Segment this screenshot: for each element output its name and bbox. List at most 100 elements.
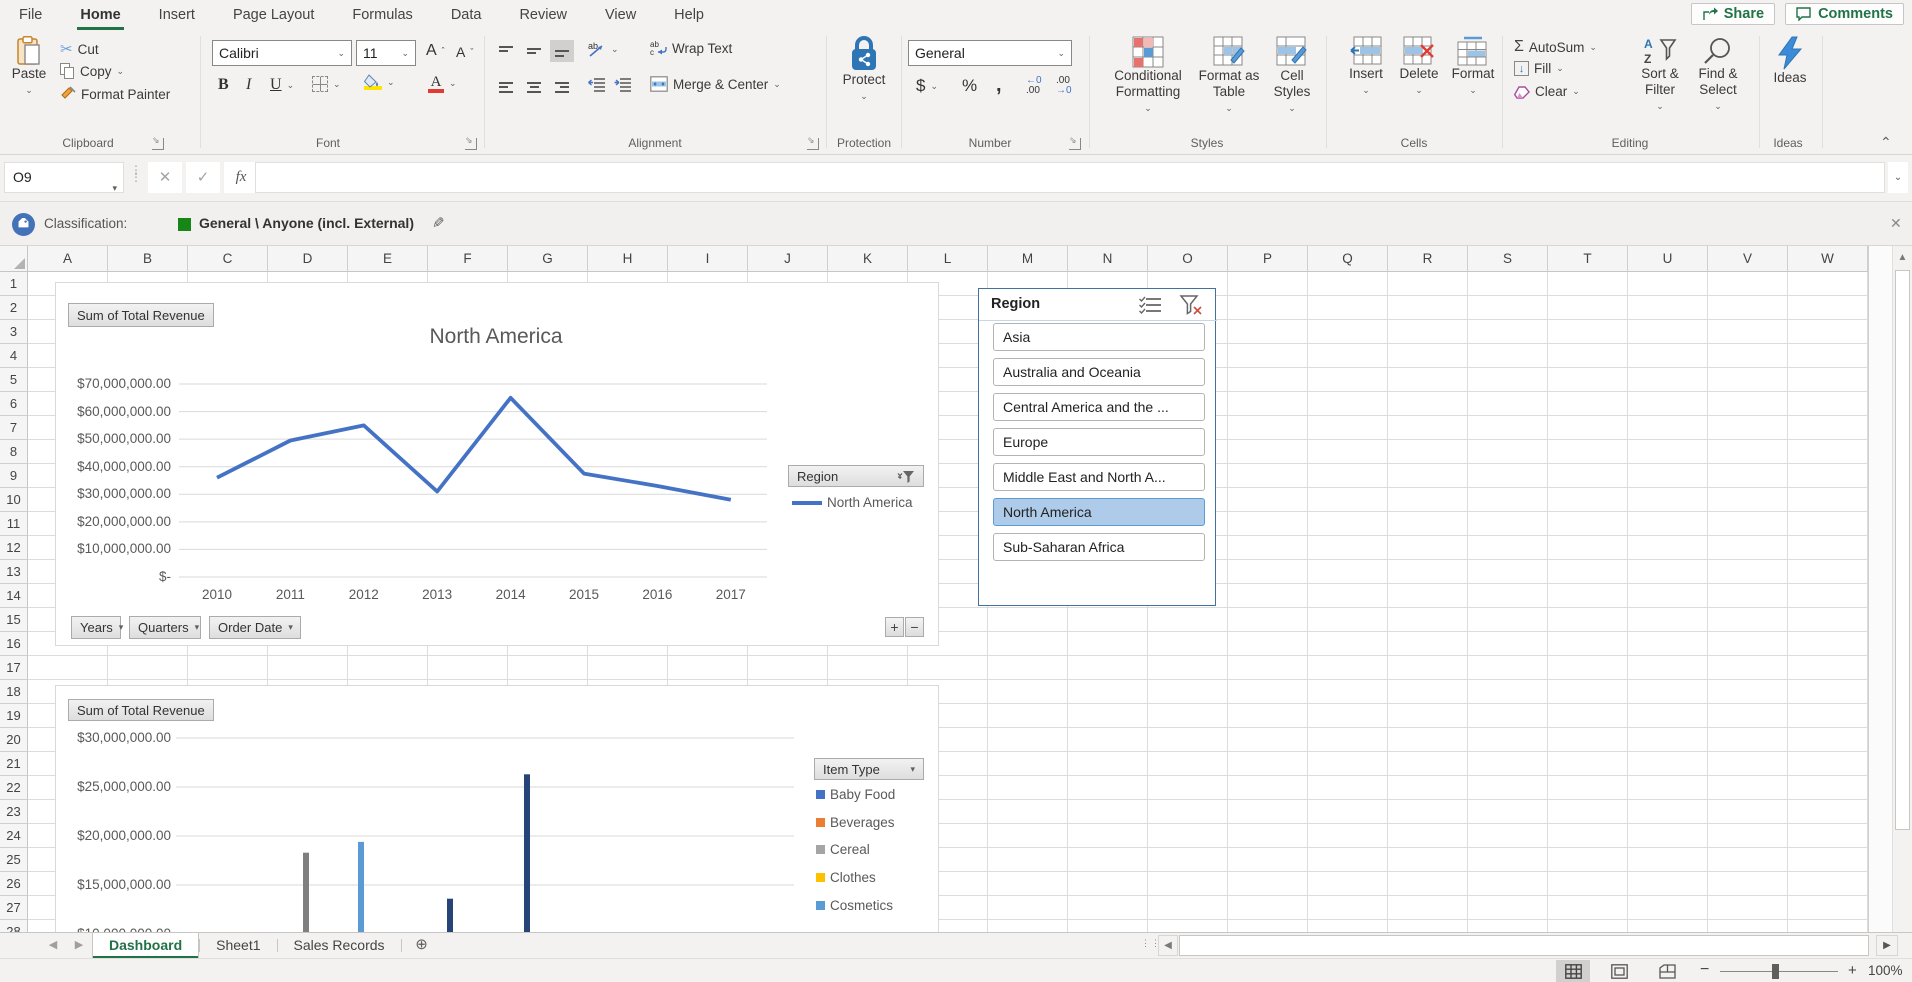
- column-header-W[interactable]: W: [1788, 246, 1868, 272]
- font-color-button[interactable]: A ⌄: [428, 74, 457, 93]
- collapse-ribbon-chevron[interactable]: ⌃: [1880, 134, 1892, 151]
- slicer-item-sub-saharan-africa[interactable]: Sub-Saharan Africa: [993, 533, 1205, 561]
- column-header-I[interactable]: I: [668, 246, 748, 272]
- column-header-S[interactable]: S: [1468, 246, 1548, 272]
- align-bottom-button[interactable]: [550, 40, 574, 62]
- row-header-24[interactable]: 24: [0, 824, 28, 848]
- hscroll-left-arrow[interactable]: ◀: [1158, 935, 1178, 956]
- vertical-scroll-thumb[interactable]: [1895, 270, 1910, 830]
- font-size-select[interactable]: 11⌄: [356, 40, 416, 66]
- chart1-field-button-quarters[interactable]: Quarters▾: [129, 616, 201, 639]
- row-header-1[interactable]: 1: [0, 272, 28, 296]
- scroll-up-arrow[interactable]: ▲: [1893, 252, 1912, 263]
- slicer-clear-filter-icon[interactable]: [1179, 295, 1203, 315]
- font-dialog-launcher[interactable]: [465, 138, 477, 150]
- column-header-B[interactable]: B: [108, 246, 188, 272]
- select-all-corner[interactable]: [0, 246, 28, 272]
- merge-center-button[interactable]: Merge & Center ⌄: [650, 76, 781, 92]
- clear-button[interactable]: Clear ⌄: [1514, 84, 1580, 99]
- slicer-item-central-america-and-the[interactable]: Central America and the ...: [993, 393, 1205, 421]
- align-center-button[interactable]: [522, 76, 546, 98]
- normal-view-button[interactable]: [1556, 960, 1590, 982]
- accounting-format-button[interactable]: $ ⌄: [916, 76, 938, 96]
- column-header-K[interactable]: K: [828, 246, 908, 272]
- column-header-V[interactable]: V: [1708, 246, 1788, 272]
- zoom-slider-thumb[interactable]: [1772, 964, 1779, 979]
- chart-expand-button[interactable]: +: [885, 617, 904, 637]
- row-header-27[interactable]: 27: [0, 896, 28, 920]
- align-middle-button[interactable]: [522, 40, 546, 62]
- row-header-14[interactable]: 14: [0, 584, 28, 608]
- paste-button[interactable]: Paste ⌄: [8, 36, 50, 98]
- column-header-H[interactable]: H: [588, 246, 668, 272]
- confirm-entry-button[interactable]: ✓: [186, 162, 220, 193]
- row-header-19[interactable]: 19: [0, 704, 28, 728]
- chart1-field-button-order-date[interactable]: Order Date▾: [209, 616, 301, 639]
- column-header-G[interactable]: G: [508, 246, 588, 272]
- row-header-21[interactable]: 21: [0, 752, 28, 776]
- chart1-series-line[interactable]: [217, 398, 731, 500]
- chart2-bar[interactable]: [358, 842, 364, 932]
- percent-style-button[interactable]: %: [962, 76, 977, 96]
- fill-color-button[interactable]: ⌄: [364, 74, 395, 90]
- row-header-25[interactable]: 25: [0, 848, 28, 872]
- namebox-resize-handle[interactable]: ⋮⋮: [130, 167, 142, 181]
- column-header-L[interactable]: L: [908, 246, 988, 272]
- ribbon-tab-view[interactable]: View: [586, 0, 655, 32]
- row-header-5[interactable]: 5: [0, 368, 28, 392]
- decrease-font-button[interactable]: Aˇ: [456, 44, 473, 60]
- row-header-15[interactable]: 15: [0, 608, 28, 632]
- insert-cells-button[interactable]: Insert ⌄: [1342, 36, 1390, 98]
- copy-button[interactable]: Copy ⌄: [60, 63, 124, 79]
- column-header-O[interactable]: O: [1148, 246, 1228, 272]
- ribbon-tab-insert[interactable]: Insert: [140, 0, 214, 32]
- align-right-button[interactable]: [550, 76, 574, 98]
- row-header-18[interactable]: 18: [0, 680, 28, 704]
- ribbon-tab-data[interactable]: Data: [432, 0, 501, 32]
- name-box[interactable]: O9 ▾: [4, 162, 124, 193]
- column-header-D[interactable]: D: [268, 246, 348, 272]
- bold-button[interactable]: B: [218, 76, 229, 94]
- comments-button[interactable]: Comments: [1785, 3, 1904, 25]
- chart1-legend-field-button[interactable]: Region: [788, 465, 924, 487]
- chart2-bar[interactable]: [303, 853, 309, 932]
- insert-function-button[interactable]: fx: [224, 162, 258, 193]
- row-header-2[interactable]: 2: [0, 296, 28, 320]
- sort-filter-button[interactable]: AZ Sort & Filter ⌄: [1632, 36, 1688, 114]
- ribbon-tab-review[interactable]: Review: [500, 0, 586, 32]
- decrease-decimal-button[interactable]: .00→0: [1056, 76, 1072, 96]
- column-header-F[interactable]: F: [428, 246, 508, 272]
- ribbon-tab-file[interactable]: File: [0, 0, 61, 32]
- cut-button[interactable]: ✂ Cut: [60, 40, 99, 58]
- ribbon-tab-home[interactable]: Home: [61, 0, 139, 32]
- ribbon-tab-formulas[interactable]: Formulas: [333, 0, 431, 32]
- page-break-preview-button[interactable]: [1650, 960, 1684, 982]
- increase-indent-button[interactable]: [614, 78, 632, 92]
- sheet-tab-sales-records[interactable]: Sales Records: [278, 933, 401, 958]
- protect-button[interactable]: Protect ⌄: [838, 36, 890, 104]
- row-header-11[interactable]: 11: [0, 512, 28, 536]
- orientation-button[interactable]: ab ⌄: [588, 40, 619, 58]
- column-header-E[interactable]: E: [348, 246, 428, 272]
- column-header-R[interactable]: R: [1388, 246, 1468, 272]
- row-header-17[interactable]: 17: [0, 656, 28, 680]
- sheet-tab-sheet1[interactable]: Sheet1: [200, 933, 276, 958]
- zoom-level[interactable]: 100%: [1868, 963, 1903, 978]
- row-header-3[interactable]: 3: [0, 320, 28, 344]
- align-left-button[interactable]: [494, 76, 518, 98]
- align-top-button[interactable]: [494, 40, 518, 62]
- sheet-tab-dashboard[interactable]: Dashboard: [92, 933, 199, 958]
- row-header-13[interactable]: 13: [0, 560, 28, 584]
- row-header-4[interactable]: 4: [0, 344, 28, 368]
- ribbon-tab-help[interactable]: Help: [655, 0, 723, 32]
- column-header-T[interactable]: T: [1548, 246, 1628, 272]
- chart1-field-button-years[interactable]: Years▾: [71, 616, 121, 639]
- classification-close-icon[interactable]: ✕: [1890, 215, 1902, 232]
- row-header-9[interactable]: 9: [0, 464, 28, 488]
- slicer-item-north-america[interactable]: North America: [993, 498, 1205, 526]
- underline-button[interactable]: U⌄: [270, 76, 294, 94]
- row-header-23[interactable]: 23: [0, 800, 28, 824]
- borders-button[interactable]: ⌄: [312, 76, 341, 92]
- increase-font-button[interactable]: Aˆ: [426, 42, 445, 60]
- row-header-10[interactable]: 10: [0, 488, 28, 512]
